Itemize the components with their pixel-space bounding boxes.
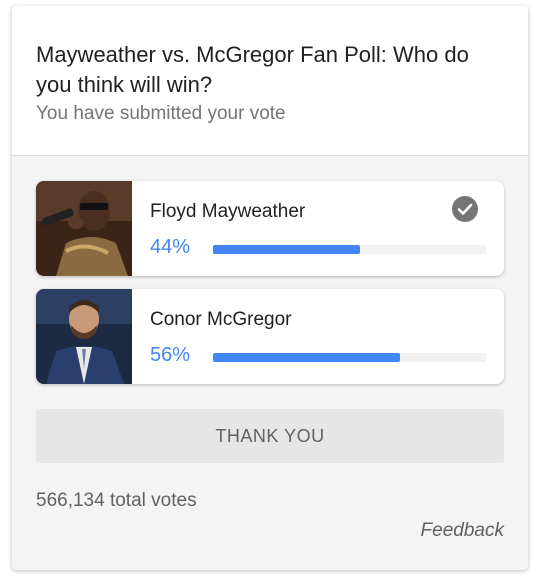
poll-header: Mayweather vs. McGregor Fan Poll: Who do…: [12, 6, 528, 156]
option-name: Conor McGregor: [150, 309, 292, 330]
option-percent: 44%: [150, 236, 191, 258]
option-percent: 56%: [150, 344, 191, 366]
vote-bar-fill: [213, 245, 360, 254]
poll-card: Mayweather vs. McGregor Fan Poll: Who do…: [12, 6, 528, 570]
feedback-link[interactable]: Feedback: [421, 520, 504, 542]
check-circle-icon: [452, 196, 478, 222]
poll-option-mayweather[interactable]: Floyd Mayweather 44%: [36, 181, 504, 276]
vote-bar-fill: [213, 353, 400, 362]
vote-bar-track: [213, 245, 486, 254]
poll-option-mcgregor[interactable]: Conor McGregor 56%: [36, 289, 504, 384]
poll-status: You have submitted your vote: [36, 103, 286, 124]
mcgregor-photo: [36, 289, 132, 384]
total-votes: 566,134 total votes: [36, 490, 197, 511]
thank-you-button[interactable]: THANK YOU: [36, 409, 504, 463]
mayweather-photo: [36, 181, 132, 276]
poll-title: Mayweather vs. McGregor Fan Poll: Who do…: [36, 42, 469, 97]
vote-bar-track: [213, 353, 486, 362]
option-name: Floyd Mayweather: [150, 201, 306, 222]
